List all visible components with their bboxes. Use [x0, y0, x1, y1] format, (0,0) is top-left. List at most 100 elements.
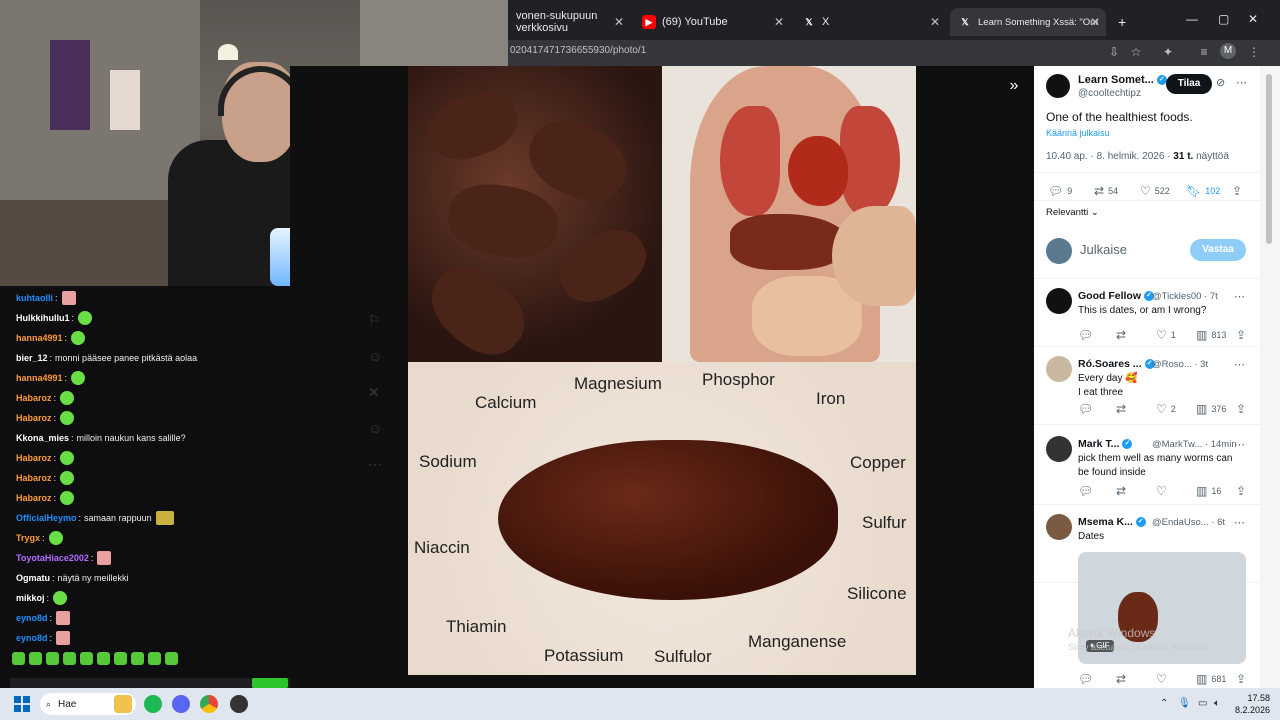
reply-handle[interactable]: @MarkTw... · 14min: [1152, 439, 1237, 450]
grok-icon[interactable]: ⊘: [1216, 76, 1225, 89]
close-tab-icon[interactable]: ✕: [1090, 15, 1100, 29]
chat-username[interactable]: Kkona_mies: [16, 433, 69, 443]
sort-dropdown[interactable]: Relevantti ⌄: [1046, 206, 1099, 220]
reply-action[interactable]: 💬︎ 9: [1048, 184, 1072, 198]
like-action[interactable]: ♡: [1156, 672, 1167, 686]
maximize-icon[interactable]: ▢: [1218, 12, 1229, 26]
reply-author[interactable]: Good Fellow ✓: [1078, 290, 1154, 302]
reply-avatar[interactable]: [1046, 288, 1072, 314]
tab-x[interactable]: 𝕏 X ✕: [794, 8, 946, 36]
file-explorer-icon[interactable]: [114, 695, 132, 713]
chat-username[interactable]: eyno8d: [16, 633, 48, 643]
repost-action[interactable]: ⇄: [1116, 672, 1126, 686]
chat-input[interactable]: [10, 678, 290, 688]
like-action[interactable]: ♡ 2: [1156, 402, 1176, 416]
repost-action[interactable]: ⇄: [1116, 402, 1130, 416]
chat-username[interactable]: Habaroz: [16, 413, 52, 423]
network-icon[interactable]: ▭: [1198, 698, 1207, 709]
share-action[interactable]: ⇪: [1236, 672, 1246, 686]
more-options-icon[interactable]: ⋯: [1234, 290, 1245, 303]
bookmark-action[interactable]: 🔖︎ 102: [1186, 184, 1220, 198]
chat-username[interactable]: Hulkkihullu1: [16, 313, 70, 323]
minimize-icon[interactable]: —: [1186, 12, 1198, 26]
author-name[interactable]: Learn Somet... ✓: [1078, 74, 1167, 86]
like-action[interactable]: ♡ 522: [1140, 184, 1170, 198]
clock[interactable]: 17.58 8.2.2026: [1235, 692, 1270, 716]
bookmark-star-icon[interactable]: ☆: [1128, 44, 1144, 60]
chat-username[interactable]: eyno8d: [16, 613, 48, 623]
extensions-icon[interactable]: ✦: [1160, 44, 1176, 60]
repost-action[interactable]: ⇄: [1116, 328, 1130, 342]
tab-family-tree[interactable]: vonen-sukupuun verkkosivu ✕: [508, 8, 630, 36]
reply-avatar[interactable]: [1046, 514, 1072, 540]
reply-author[interactable]: Msema K... ✓: [1078, 516, 1146, 528]
collapse-panel-icon[interactable]: »: [1004, 76, 1024, 96]
translate-link[interactable]: Käännä julkaisu: [1046, 126, 1110, 140]
volume-icon[interactable]: 🔈︎: [1214, 698, 1220, 709]
more-options-icon[interactable]: ⋯: [1234, 516, 1245, 529]
author-avatar[interactable]: [1046, 74, 1070, 98]
subscribe-button[interactable]: Tilaa: [1166, 74, 1212, 94]
obs-icon[interactable]: [230, 695, 248, 713]
reply-action[interactable]: 💬︎: [1078, 402, 1097, 416]
reply-button[interactable]: Vastaa: [1190, 239, 1246, 261]
chat-username[interactable]: OfficialHeymo: [16, 513, 77, 523]
emote-bar[interactable]: [12, 652, 178, 665]
chat-username[interactable]: Habaroz: [16, 393, 52, 403]
close-tab-icon[interactable]: ✕: [774, 15, 784, 29]
chat-username[interactable]: kuhtaolli: [16, 293, 53, 303]
reply-input[interactable]: Julkaise: [1080, 243, 1127, 257]
reply-author[interactable]: Ró.Soares ... ✓: [1078, 358, 1155, 370]
tweet-photo[interactable]: Magnesium Phosphor Calcium Iron Sodium C…: [408, 66, 916, 675]
views-action[interactable]: ▥ 681: [1196, 672, 1226, 686]
close-tab-icon[interactable]: ✕: [930, 15, 940, 29]
share-action[interactable]: ⇪: [1232, 184, 1242, 198]
chat-username[interactable]: ToyotaHiace2002: [16, 553, 89, 563]
install-icon[interactable]: ⇩: [1106, 44, 1122, 60]
chat-username[interactable]: hanna4991: [16, 373, 63, 383]
reply-action[interactable]: 💬︎: [1078, 672, 1093, 686]
chat-username[interactable]: Habaroz: [16, 453, 52, 463]
chat-username[interactable]: hanna4991: [16, 333, 63, 343]
like-action[interactable]: ♡: [1156, 484, 1171, 498]
share-action[interactable]: ⇪: [1236, 402, 1246, 416]
more-options-icon[interactable]: ⋯: [1236, 76, 1247, 89]
profile-avatar[interactable]: M: [1220, 43, 1236, 59]
discord-icon[interactable]: [172, 695, 190, 713]
author-handle[interactable]: @cooltechtipz: [1078, 88, 1141, 99]
views-action[interactable]: ▥ 16: [1196, 484, 1221, 498]
reply-handle[interactable]: @EndaUso... · 6t: [1152, 517, 1225, 528]
reply-avatar[interactable]: [1046, 356, 1072, 382]
chrome-icon[interactable]: [200, 695, 218, 713]
microphone-icon[interactable]: 🎙︎: [1178, 698, 1191, 709]
share-action[interactable]: ⇪: [1236, 484, 1246, 498]
windows-start-icon[interactable]: [14, 696, 30, 712]
chat-username[interactable]: Habaroz: [16, 493, 52, 503]
reply-action[interactable]: 💬︎: [1078, 484, 1097, 498]
like-action[interactable]: ♡ 1: [1156, 328, 1176, 342]
views-action[interactable]: ▥ 376: [1196, 402, 1226, 416]
chat-username[interactable]: Habaroz: [16, 473, 52, 483]
share-action[interactable]: ⇪: [1236, 328, 1246, 342]
chat-send-button[interactable]: [252, 678, 288, 688]
chat-username[interactable]: bier_12: [16, 353, 48, 363]
spotify-icon[interactable]: [144, 695, 162, 713]
close-tab-icon[interactable]: ✕: [614, 15, 624, 29]
repost-action[interactable]: ⇄ 54: [1094, 184, 1118, 198]
chat-username[interactable]: mikkoj: [16, 593, 45, 603]
repost-action[interactable]: ⇄: [1116, 484, 1130, 498]
chat-username[interactable]: Trygx: [16, 533, 40, 543]
views-action[interactable]: ▥ 813: [1196, 328, 1226, 342]
tray-chevron-icon[interactable]: ⌃: [1160, 698, 1168, 709]
reply-handle[interactable]: @Roso... · 3t: [1152, 359, 1208, 370]
panel-scrollbar[interactable]: [1260, 66, 1280, 688]
tab-active-tweet[interactable]: 𝕏 Learn Something Xssä: "One of ✕: [950, 8, 1106, 36]
new-tab-button[interactable]: +: [1110, 8, 1130, 36]
reply-action[interactable]: 💬︎: [1078, 328, 1097, 342]
media-icon[interactable]: ≡: [1196, 44, 1212, 60]
more-options-icon[interactable]: ⋯: [1234, 358, 1245, 371]
more-options-icon[interactable]: ⋯: [1234, 438, 1245, 451]
reply-author[interactable]: Mark T... ✓: [1078, 438, 1133, 450]
reply-handle[interactable]: @Tickles00 · 7t: [1152, 291, 1218, 302]
close-window-icon[interactable]: ✕: [1248, 12, 1258, 26]
